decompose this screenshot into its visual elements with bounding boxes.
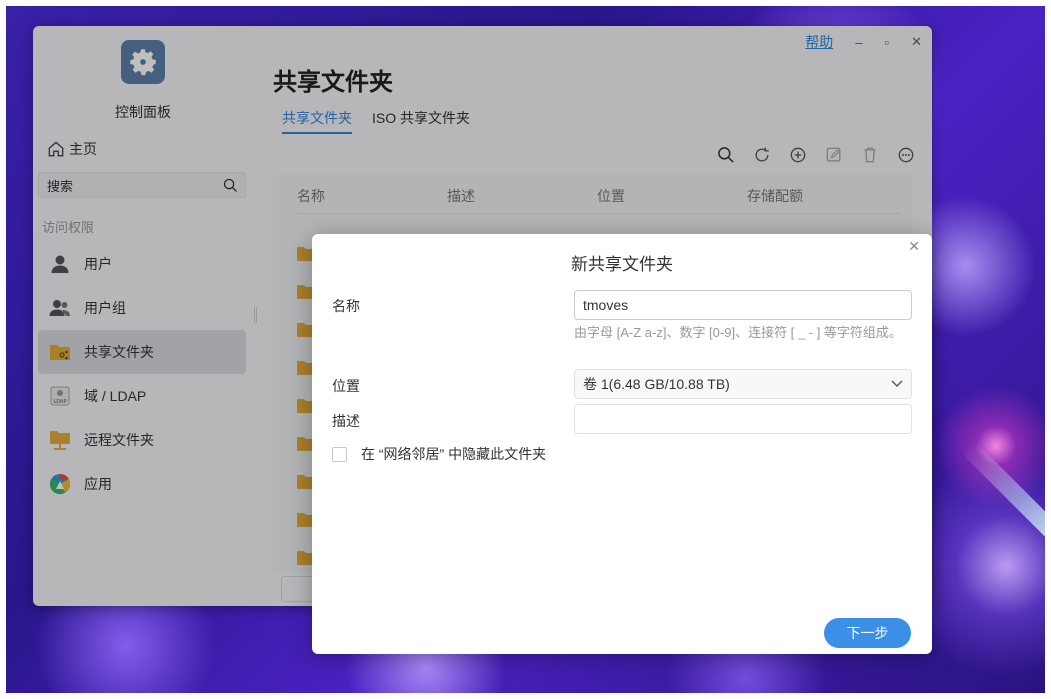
location-label: 位置 bbox=[332, 378, 360, 394]
chevron-down-icon bbox=[891, 380, 903, 387]
name-label: 名称 bbox=[332, 298, 360, 314]
folder-name-value: tmoves bbox=[583, 297, 629, 313]
description-label: 描述 bbox=[332, 413, 360, 429]
location-value: 卷 1(6.48 GB/10.88 TB) bbox=[583, 376, 730, 392]
new-shared-folder-dialog: ✕ 新共享文件夹 名称 tmoves 由字母 [A-Z a-z]、数字 [0-9… bbox=[312, 234, 932, 654]
next-button[interactable]: 下一步 bbox=[824, 618, 911, 648]
name-hint: 由字母 [A-Z a-z]、数字 [0-9]、连接符 [ _ - ] 等字符组成… bbox=[574, 325, 902, 340]
hide-in-network-label: 在 “网络邻居” 中隐藏此文件夹 bbox=[361, 446, 547, 462]
folder-name-input[interactable]: tmoves bbox=[574, 290, 912, 320]
description-input[interactable] bbox=[574, 404, 912, 434]
location-select[interactable]: 卷 1(6.48 GB/10.88 TB) bbox=[574, 369, 912, 399]
hide-in-network-checkbox[interactable] bbox=[332, 446, 347, 462]
dialog-title: 新共享文件夹 bbox=[571, 255, 673, 274]
hide-in-network-row: 在 “网络邻居” 中隐藏此文件夹 bbox=[332, 444, 546, 464]
